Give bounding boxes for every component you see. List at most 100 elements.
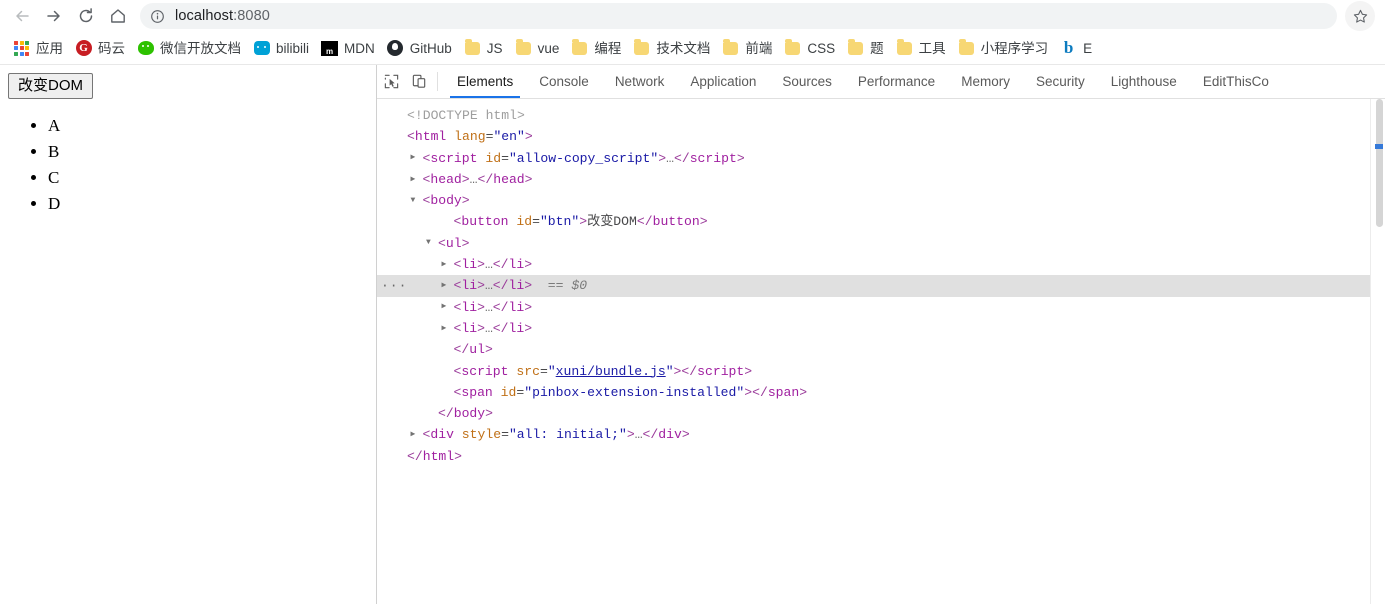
dom-tree-row[interactable]: ▶ < li >… </li > [377,318,1385,339]
dom-token: </ [642,427,659,443]
tab-lighthouse[interactable]: Lighthouse [1098,65,1190,98]
twisty-collapsed-icon[interactable]: ▶ [442,303,453,311]
dom-tree-row[interactable]: ▶</html> [377,446,1385,467]
tab-network[interactable]: Network [602,65,678,98]
back-button[interactable] [6,0,38,32]
dom-row-content: ▶</ul> [442,339,493,360]
address-bar[interactable]: localhost:8080 [140,3,1337,29]
dom-token: = [516,384,525,400]
change-dom-button[interactable]: 改变DOM [8,73,93,99]
dom-tree-row[interactable]: ▶<button id="btn">改变DOM</button> [377,211,1385,232]
devtools-panel: Elements Console Network Application Sou… [377,65,1385,604]
dom-tree-row[interactable]: ▶ < div style = "all: initial;" >… </div > [377,424,1385,445]
reload-button[interactable] [70,0,102,32]
twisty-collapsed-icon[interactable]: ▶ [442,324,453,333]
dom-tree-row[interactable]: ··· ▶ < li >… </li > == $0 [377,275,1385,297]
dom-token: </ [407,448,423,464]
dom-tree-row[interactable]: ▶<!DOCTYPE html> [377,105,1385,126]
twisty-expanded-icon[interactable]: ▼ [411,196,422,205]
dom-row-content: ▶ < li >… </li > [442,318,533,339]
tab-memory[interactable]: Memory [948,65,1023,98]
bookmark-folder-programming[interactable]: 编程 [566,35,626,61]
bookmark-folder-tools[interactable]: 工具 [891,35,951,61]
tab-application[interactable]: Application [677,65,769,98]
bing-icon: b [1063,38,1074,57]
bookmark-folder-questions[interactable]: 题 [842,35,889,61]
scrollbar-thumb[interactable] [1376,99,1383,227]
bookmark-item-bilibili[interactable]: bilibili [248,35,314,61]
dom-tree-container[interactable]: ▶<!DOCTYPE html>▶<html lang="en">▶<scrip… [377,99,1385,604]
tab-performance[interactable]: Performance [845,65,948,98]
dom-row-content: ▶<span id="pinbox-extension-installed"><… [442,382,808,403]
bookmark-folder-js[interactable]: JS [459,35,508,61]
twisty-collapsed-icon[interactable]: ▶ [411,431,422,439]
twisty-collapsed-icon[interactable]: ▶ [411,175,422,184]
twisty-placeholder: ▶ [395,112,406,120]
url-text: localhost:8080 [175,8,270,24]
dom-token: style [461,427,502,443]
dom-tree-row[interactable]: ▶ < li >… </li > [377,297,1385,318]
bookmark-item-gitee[interactable]: G 码云 [70,35,130,61]
dom-tree-row[interactable]: ▶<span id="pinbox-extension-installed"><… [377,382,1385,403]
dom-token: head [493,171,525,187]
dom-token: < [453,384,462,400]
bookmark-folder-frontend[interactable]: 前端 [717,35,777,61]
dom-token: head [430,171,462,187]
dom-token: < [438,235,446,251]
dom-token: = [485,129,494,145]
twisty-collapsed-icon[interactable]: ▶ [411,154,422,162]
dom-token: = [501,150,509,166]
bookmark-item-github[interactable]: GitHub [382,35,457,61]
forward-button[interactable] [38,0,70,32]
home-button[interactable] [102,0,134,32]
dom-tree-row[interactable]: ▶ < li >… </li > [377,254,1385,275]
dom-token: > [485,406,494,422]
dom-token: div [658,427,682,443]
source-link[interactable]: xuni/bundle.js [556,361,666,382]
bookmark-folder-css[interactable]: CSS [779,35,840,61]
dom-tree-row[interactable]: ▶</ul> [377,339,1385,360]
dom-tree-row[interactable]: ▶</body> [377,403,1385,424]
bookmark-item-apps[interactable]: 应用 [8,35,68,61]
tab-console[interactable]: Console [526,65,602,98]
dom-token: … [666,150,674,166]
dom-token: … [484,278,493,294]
list-item: B [48,139,368,165]
dom-token: < [407,129,415,145]
dom-row-content: ▶<!DOCTYPE html> [395,105,525,126]
twisty-placeholder: ▶ [426,410,437,418]
dom-tree-row[interactable]: ▶<html lang="en"> [377,126,1385,147]
dom-tree-row[interactable]: ▶ < script id = "allow-copy_script" >… </scrip… [377,148,1385,169]
device-toolbar-icon[interactable] [405,65,433,98]
dom-token: < [453,257,462,273]
dom-token [478,148,486,169]
bookmark-item-wechat-docs[interactable]: 微信开放文档 [132,35,246,61]
twisty-expanded-icon[interactable]: ▼ [426,239,437,247]
dom-tree-row[interactable]: ▶<script src="xuni/bundle.js"></script> [377,361,1385,382]
tab-sources[interactable]: Sources [769,65,845,98]
dom-token: <!DOCTYPE html> [407,108,525,123]
dom-tree-row[interactable]: ▼ < ul > [377,233,1385,254]
inspect-element-icon[interactable] [377,65,405,98]
tab-security[interactable]: Security [1023,65,1098,98]
bookmark-folder-vue[interactable]: vue [510,35,565,61]
bookmark-star-icon[interactable] [1345,1,1375,31]
dom-token: </ [477,171,494,187]
tab-editthiscookie[interactable]: EditThisCo [1190,65,1282,98]
twisty-collapsed-icon[interactable]: ▶ [442,260,453,269]
bookmark-item-bing[interactable]: b E [1055,35,1097,61]
bookmark-folder-miniprogram[interactable]: 小程序学习 [953,35,1054,61]
bookmark-folder-tech-docs[interactable]: 技术文档 [628,35,715,61]
dom-token [493,382,501,403]
dom-row-content: ▶<script src="xuni/bundle.js"></script> [442,361,753,382]
list-item: D [48,191,368,217]
tab-elements[interactable]: Elements [444,65,526,98]
dom-tree-row[interactable]: ▼ < body > [377,190,1385,211]
devtools-scrollbar[interactable] [1370,99,1385,604]
twisty-collapsed-icon[interactable]: ▶ [442,282,453,290]
info-circle-icon[interactable] [150,9,165,24]
bookmark-item-mdn[interactable]: m MDN [316,35,380,61]
row-more-options-icon[interactable]: ··· [381,275,407,296]
dom-tree-row[interactable]: ▶ < head >… </head > [377,169,1385,190]
dom-token: span [461,384,493,400]
